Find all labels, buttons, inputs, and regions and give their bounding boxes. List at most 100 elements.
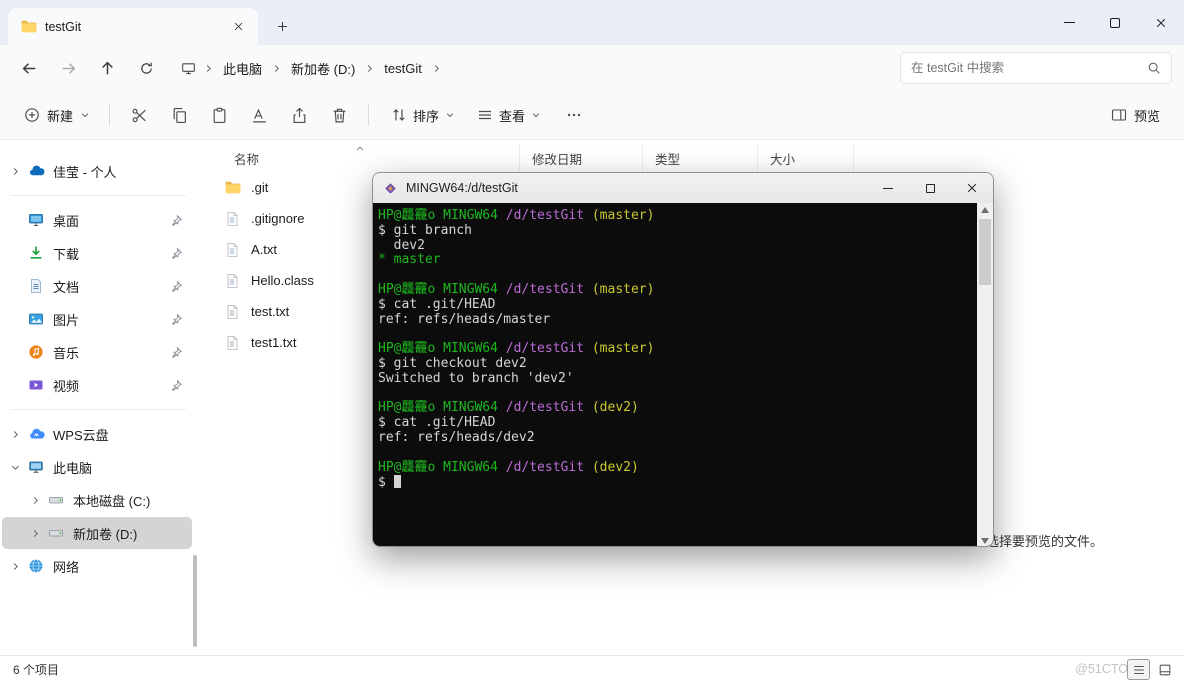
new-button[interactable]: 新建 [14, 99, 100, 132]
command-toolbar: 新建 排序 查看 预览 [0, 91, 1184, 140]
copy-button[interactable] [159, 98, 199, 132]
terminal-line: HP@龘龗o MINGW64 /d/testGit (master) [378, 342, 977, 357]
sidebar-item-music[interactable]: 音乐 [2, 336, 192, 368]
sidebar-item-downloads[interactable]: 下载 [2, 237, 192, 269]
video-icon [26, 377, 46, 393]
scroll-down-icon[interactable] [981, 538, 989, 544]
breadcrumb-item[interactable]: 此电脑 [216, 54, 269, 83]
status-bar: 6 个项目 @51CTO [0, 655, 1184, 683]
search-box[interactable] [900, 52, 1172, 84]
terminal-maximize-button[interactable] [909, 173, 951, 203]
document-icon [26, 278, 46, 294]
terminal-line: HP@龘龗o MINGW64 /d/testGit (dev2) [378, 461, 977, 476]
terminal-scrollbar[interactable] [977, 203, 993, 547]
minimize-button[interactable] [1046, 0, 1092, 45]
maximize-button[interactable] [1092, 0, 1138, 45]
download-icon [26, 245, 46, 261]
preview-toggle-label: 预览 [1134, 106, 1160, 125]
sort-ascending-icon [355, 144, 364, 153]
more-options-button[interactable] [556, 98, 592, 132]
file-icon [222, 211, 242, 227]
details-view-button[interactable] [1127, 659, 1150, 680]
file-icon [222, 335, 242, 351]
breadcrumb-item[interactable]: testGit [377, 56, 429, 81]
forward-button[interactable] [51, 52, 85, 84]
terminal-body[interactable]: HP@龘龗o MINGW64 /d/testGit (master)$ git … [373, 203, 993, 547]
tab-testgit[interactable]: testGit [8, 8, 258, 45]
close-icon [966, 182, 978, 194]
sort-button[interactable]: 排序 [382, 99, 464, 132]
terminal-close-button[interactable] [951, 173, 993, 203]
terminal-cursor [394, 475, 401, 488]
tab-title: testGit [45, 20, 81, 34]
terminal-line: HP@龘龗o MINGW64 /d/testGit (master) [378, 283, 977, 298]
chevron-right-icon[interactable] [6, 162, 24, 180]
chevron-right-icon[interactable] [6, 557, 24, 575]
disk-icon [46, 492, 66, 508]
sidebar-item-label: 视频 [53, 376, 79, 395]
terminal-line: HP@龘龗o MINGW64 /d/testGit (master) [378, 209, 977, 224]
chevron-spacer [6, 244, 24, 262]
chevron-right-icon[interactable] [26, 524, 44, 542]
scroll-up-icon[interactable] [981, 207, 989, 213]
column-header-label: 大小 [770, 149, 795, 168]
column-header-0[interactable]: 名称 [200, 144, 520, 172]
terminal-line: * master [378, 253, 977, 268]
sidebar-item-wps-cloud[interactable]: WPS云盘 [2, 418, 192, 450]
sidebar-item-disk-c[interactable]: 本地磁盘 (C:) [2, 484, 192, 516]
column-header-1[interactable]: 修改日期 [520, 144, 643, 172]
up-button[interactable] [90, 52, 124, 84]
rename-button[interactable] [239, 98, 279, 132]
terminal-output: HP@龘龗o MINGW64 /d/testGit (master)$ git … [373, 203, 977, 547]
search-input[interactable] [911, 61, 1147, 75]
terminal-window-controls [867, 173, 993, 203]
terminal-title-bar[interactable]: MINGW64:/d/testGit [373, 173, 993, 203]
terminal-minimize-button[interactable] [867, 173, 909, 203]
sidebar-item-this-pc[interactable]: 此电脑 [2, 451, 192, 483]
sidebar-scrollbar[interactable] [193, 555, 197, 647]
sidebar-item-disk-d[interactable]: 新加卷 (D:) [2, 517, 192, 549]
paste-button[interactable] [199, 98, 239, 132]
chevron-right-icon[interactable] [6, 425, 24, 443]
sidebar-item-documents[interactable]: 文档 [2, 270, 192, 302]
details-view-icon [1132, 663, 1146, 677]
pin-icon [170, 280, 183, 293]
pc-icon [26, 459, 46, 475]
sidebar-item-onedrive[interactable]: 佳莹 - 个人 [2, 155, 192, 187]
chevron-down-icon[interactable] [6, 458, 24, 476]
pin-icon [170, 313, 183, 326]
terminal-window[interactable]: MINGW64:/d/testGit HP@龘龗o MINGW64 /d/tes… [372, 172, 994, 547]
column-header-3[interactable]: 大小 [758, 144, 854, 172]
file-name: A.txt [251, 242, 277, 257]
file-name: test.txt [251, 304, 289, 319]
breadcrumb-item[interactable]: 新加卷 (D:) [284, 54, 362, 83]
share-button[interactable] [279, 98, 319, 132]
preview-toggle-button[interactable]: 预览 [1101, 99, 1170, 132]
new-tab-button[interactable] [268, 12, 296, 40]
terminal-line: ref: refs/heads/master [378, 313, 977, 328]
breadcrumb-chevron-icon [363, 63, 376, 74]
refresh-button[interactable] [129, 52, 163, 84]
thumbnail-view-icon [1158, 663, 1172, 677]
cut-button[interactable] [119, 98, 159, 132]
thumbnail-view-button[interactable] [1153, 659, 1176, 680]
terminal-line: HP@龘龗o MINGW64 /d/testGit (dev2) [378, 401, 977, 416]
sidebar-item-network[interactable]: 网络 [2, 550, 192, 582]
back-button[interactable] [12, 52, 46, 84]
sidebar-item-videos[interactable]: 视频 [2, 369, 192, 401]
column-header-2[interactable]: 类型 [643, 144, 758, 172]
file-icon [222, 242, 242, 258]
column-header-label: 类型 [655, 149, 680, 168]
delete-button[interactable] [319, 98, 359, 132]
pin-icon [170, 247, 183, 260]
scrollbar-thumb[interactable] [979, 219, 991, 285]
pictures-icon [26, 311, 46, 327]
watermark-text: @51CTO [1075, 662, 1128, 676]
network-icon [26, 558, 46, 574]
sidebar-item-pictures[interactable]: 图片 [2, 303, 192, 335]
view-button[interactable]: 查看 [468, 99, 550, 132]
chevron-right-icon[interactable] [26, 491, 44, 509]
tab-close-icon[interactable] [226, 15, 250, 39]
close-button[interactable] [1138, 0, 1184, 45]
sidebar-item-desktop[interactable]: 桌面 [2, 204, 192, 236]
